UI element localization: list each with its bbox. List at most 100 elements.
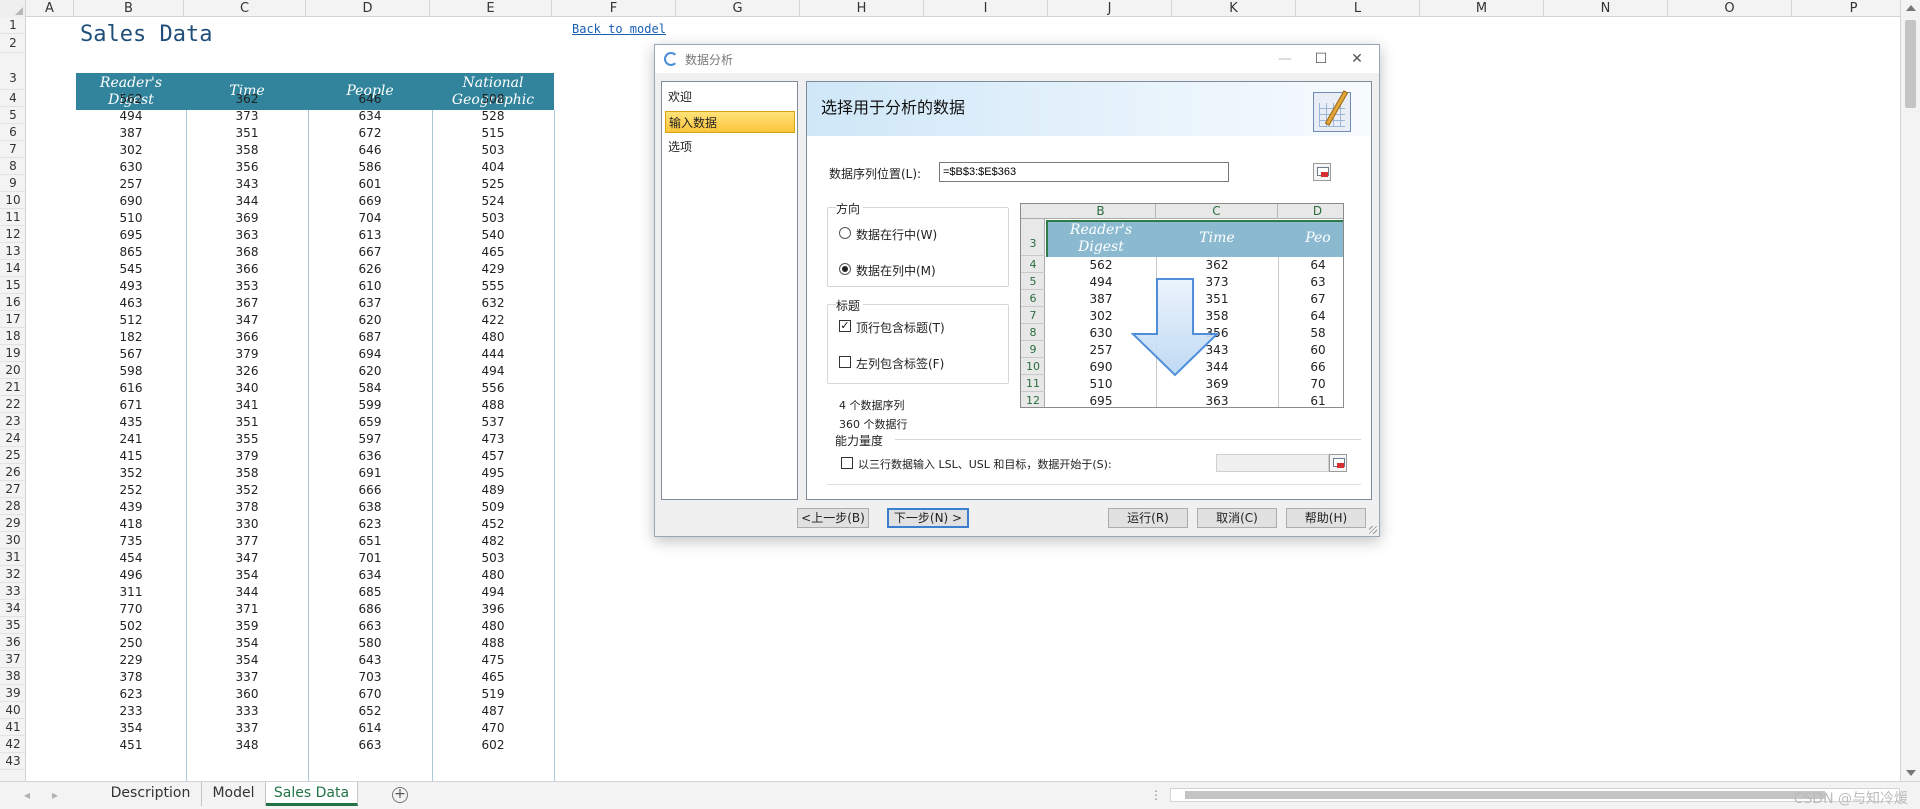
table-cell[interactable]: 623 [76, 686, 186, 703]
table-cell[interactable]: 671 [76, 397, 186, 414]
vertical-scroll-thumb[interactable] [1905, 20, 1916, 108]
row-header-42[interactable]: 42 [0, 736, 25, 753]
table-cell[interactable]: 672 [308, 125, 432, 142]
select-all-corner[interactable] [0, 0, 26, 17]
capability-start-input[interactable] [1216, 454, 1329, 472]
sheet-tab-sales-data[interactable]: Sales Data [266, 782, 358, 806]
row-header-1[interactable]: 1 [0, 17, 25, 34]
back-to-model-link[interactable]: Back to model [572, 22, 666, 36]
table-cell[interactable]: 387 [76, 125, 186, 142]
row-header-9[interactable]: 9 [0, 175, 25, 192]
table-cell[interactable]: 362 [186, 91, 308, 108]
table-cell[interactable]: 452 [432, 516, 554, 533]
row-header-40[interactable]: 40 [0, 702, 25, 719]
row-header-31[interactable]: 31 [0, 549, 25, 566]
table-cell[interactable]: 366 [186, 261, 308, 278]
table-cell[interactable]: 643 [308, 652, 432, 669]
column-header-l[interactable]: L [1296, 0, 1420, 17]
row-header-15[interactable]: 15 [0, 277, 25, 294]
table-cell[interactable]: 465 [432, 669, 554, 686]
table-cell[interactable]: 302 [76, 142, 186, 159]
row-header-30[interactable]: 30 [0, 532, 25, 549]
table-cell[interactable]: 510 [76, 210, 186, 227]
table-cell[interactable]: 454 [76, 550, 186, 567]
table-cell[interactable]: 690 [76, 193, 186, 210]
column-header-c[interactable]: C [184, 0, 306, 17]
table-cell[interactable]: 599 [308, 397, 432, 414]
row-header-4[interactable]: 4 [0, 90, 25, 107]
horizontal-scroll-thumb[interactable] [1185, 791, 1825, 799]
table-cell[interactable]: 480 [432, 567, 554, 584]
table-cell[interactable]: 351 [186, 125, 308, 142]
row-header-41[interactable]: 41 [0, 719, 25, 736]
row-header-25[interactable]: 25 [0, 447, 25, 464]
resize-grip-icon[interactable] [1369, 526, 1377, 534]
table-cell[interactable]: 503 [432, 142, 554, 159]
row-header-24[interactable]: 24 [0, 430, 25, 447]
table-cell[interactable]: 367 [186, 295, 308, 312]
table-cell[interactable]: 488 [432, 397, 554, 414]
table-cell[interactable]: 637 [308, 295, 432, 312]
row-header-17[interactable]: 17 [0, 311, 25, 328]
table-cell[interactable]: 509 [432, 499, 554, 516]
table-cell[interactable]: 630 [76, 159, 186, 176]
table-cell[interactable]: 344 [186, 193, 308, 210]
row-header-38[interactable]: 38 [0, 668, 25, 685]
table-cell[interactable]: 465 [432, 244, 554, 261]
table-cell[interactable]: 651 [308, 533, 432, 550]
table-cell[interactable]: 495 [432, 465, 554, 482]
row-header-32[interactable]: 32 [0, 566, 25, 583]
table-cell[interactable]: 610 [308, 278, 432, 295]
table-cell[interactable]: 586 [308, 159, 432, 176]
table-cell[interactable]: 626 [308, 261, 432, 278]
row-header-6[interactable]: 6 [0, 124, 25, 141]
table-cell[interactable]: 354 [186, 567, 308, 584]
table-cell[interactable]: 515 [432, 125, 554, 142]
row-header-29[interactable]: 29 [0, 515, 25, 532]
table-cell[interactable]: 598 [76, 363, 186, 380]
table-cell[interactable]: 652 [308, 703, 432, 720]
column-header-e[interactable]: E [430, 0, 552, 17]
table-cell[interactable]: 659 [308, 414, 432, 431]
table-cell[interactable]: 632 [432, 295, 554, 312]
next-button[interactable]: 下一步(N) > [887, 508, 969, 528]
table-cell[interactable]: 666 [308, 482, 432, 499]
table-cell[interactable]: 487 [432, 703, 554, 720]
table-cell[interactable]: 614 [308, 720, 432, 737]
table-cell[interactable]: 663 [308, 618, 432, 635]
table-cell[interactable]: 646 [308, 142, 432, 159]
table-cell[interactable]: 634 [308, 108, 432, 125]
sheet-tab-model[interactable]: Model [202, 782, 266, 806]
row-header-2[interactable]: 2 [0, 34, 25, 53]
table-cell[interactable]: 634 [308, 567, 432, 584]
table-cell[interactable]: 602 [432, 737, 554, 754]
row-header-22[interactable]: 22 [0, 396, 25, 413]
row-header-36[interactable]: 36 [0, 634, 25, 651]
row-header-18[interactable]: 18 [0, 328, 25, 345]
table-cell[interactable]: 182 [76, 329, 186, 346]
row-header-34[interactable]: 34 [0, 600, 25, 617]
table-cell[interactable]: 451 [76, 737, 186, 754]
row-header-14[interactable]: 14 [0, 260, 25, 277]
sheet-tab-description[interactable]: Description [100, 782, 202, 806]
table-cell[interactable]: 250 [76, 635, 186, 652]
checkbox-left-column-labels[interactable] [839, 356, 851, 368]
table-cell[interactable]: 584 [308, 380, 432, 397]
table-cell[interactable]: 638 [308, 499, 432, 516]
table-cell[interactable]: 691 [308, 465, 432, 482]
table-cell[interactable]: 377 [186, 533, 308, 550]
table-cell[interactable]: 343 [186, 176, 308, 193]
table-cell[interactable]: 241 [76, 431, 186, 448]
table-cell[interactable]: 347 [186, 312, 308, 329]
table-cell[interactable]: 503 [432, 550, 554, 567]
table-cell[interactable]: 670 [308, 686, 432, 703]
table-cell[interactable]: 496 [76, 567, 186, 584]
table-cell[interactable]: 354 [186, 635, 308, 652]
table-cell[interactable]: 494 [432, 363, 554, 380]
cancel-button[interactable]: 取消(C) [1197, 508, 1277, 528]
row-header-39[interactable]: 39 [0, 685, 25, 702]
column-header-g[interactable]: G [676, 0, 800, 17]
table-cell[interactable]: 356 [186, 159, 308, 176]
row-header-27[interactable]: 27 [0, 481, 25, 498]
nav-item-options[interactable]: 选项 [665, 136, 795, 158]
